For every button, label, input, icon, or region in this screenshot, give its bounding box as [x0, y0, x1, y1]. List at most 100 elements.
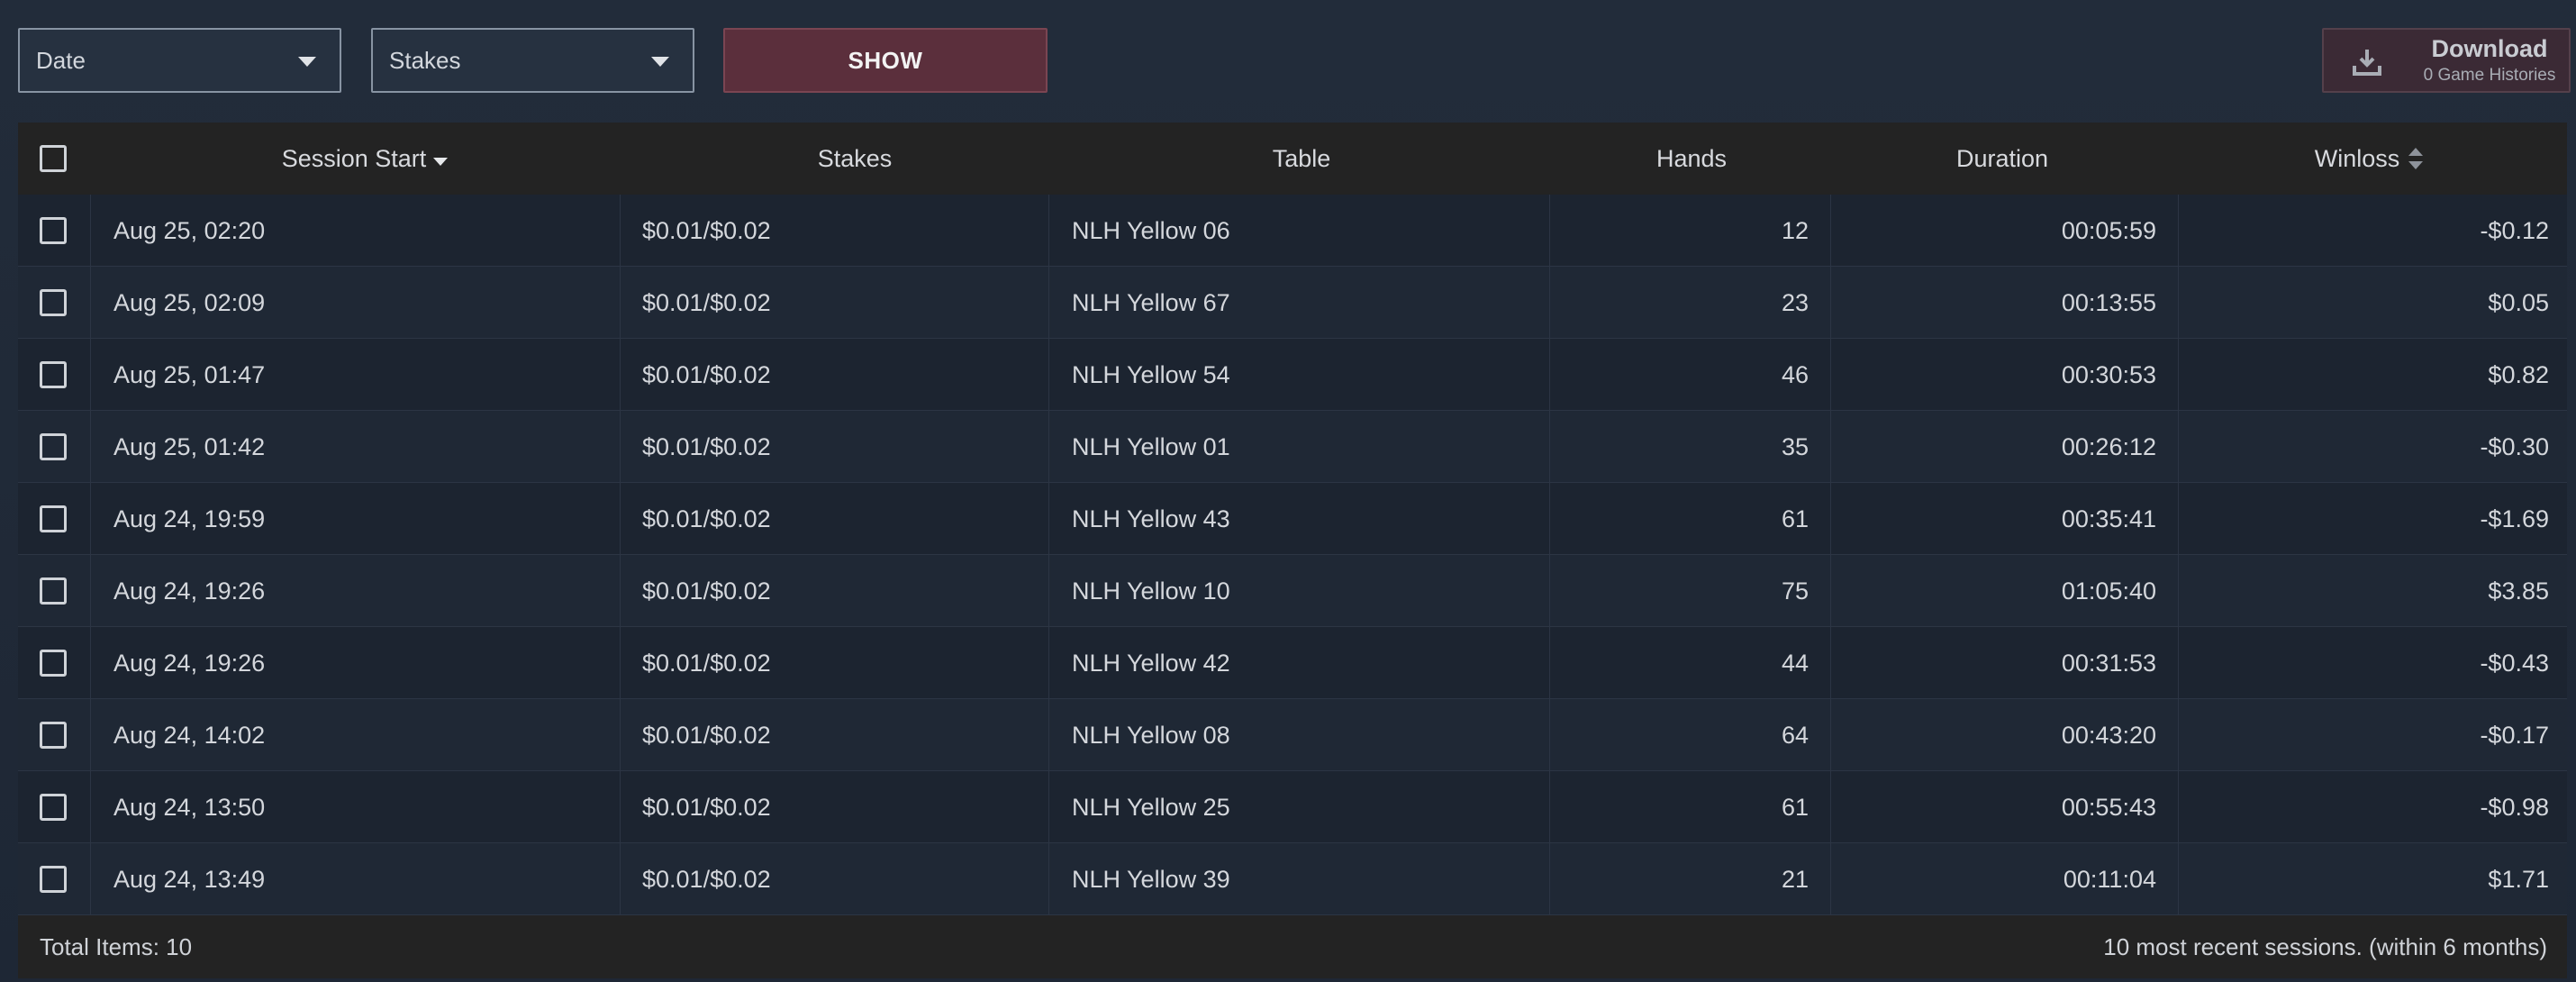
table-row[interactable]: Aug 24, 19:59 $0.01/$0.02 NLH Yellow 43 61 0… [18, 483, 2567, 555]
download-button[interactable]: Download 0 Game Histories [2322, 28, 2571, 93]
header-duration-label: Duration [1955, 144, 2049, 172]
table-row[interactable]: Aug 24, 19:26 $0.01/$0.02 NLH Yellow 42 44 0… [18, 627, 2567, 699]
sessions-table: Session Start Stakes Table Hands Duratio… [18, 123, 2567, 978]
table-row[interactable]: Aug 25, 02:20 $0.01/$0.02 NLH Yellow 06 12 0… [18, 195, 2567, 267]
column-divider [90, 771, 91, 843]
header-table: Table [1052, 123, 1551, 195]
column-divider [1048, 627, 1049, 699]
table-header: Session Start Stakes Table Hands Duratio… [18, 123, 2567, 195]
column-divider [1048, 771, 1049, 843]
column-divider [90, 843, 91, 915]
chevron-down-icon [651, 57, 669, 67]
cell-stakes: $0.01/$0.02 [642, 721, 771, 749]
header-stakes: Stakes [639, 123, 1070, 195]
row-checkbox[interactable] [40, 866, 67, 893]
column-divider [620, 267, 621, 339]
select-all-checkbox[interactable] [40, 145, 67, 172]
cell-winloss: -$0.98 [2480, 793, 2549, 821]
column-divider [2178, 267, 2179, 339]
cell-stakes: $0.01/$0.02 [642, 288, 771, 316]
column-divider [1549, 555, 1550, 627]
row-checkbox[interactable] [40, 650, 67, 677]
cell-session-start: Aug 24, 19:26 [113, 649, 266, 677]
cell-session-start: Aug 24, 19:59 [113, 505, 266, 532]
cell-table: NLH Yellow 54 [1072, 360, 1230, 388]
column-divider [1048, 195, 1049, 267]
toolbar: Date Stakes SHOW Download 0 Game Histori… [0, 0, 2576, 117]
column-divider [2178, 339, 2179, 411]
column-divider [1549, 267, 1550, 339]
column-divider [90, 483, 91, 555]
date-select-label: Date [36, 46, 86, 74]
row-checkbox[interactable] [40, 794, 67, 821]
cell-table: NLH Yellow 10 [1072, 577, 1230, 605]
cell-table: NLH Yellow 39 [1072, 865, 1230, 893]
row-checkbox[interactable] [40, 217, 67, 244]
cell-session-start: Aug 25, 01:47 [113, 360, 266, 388]
row-checkbox[interactable] [40, 577, 67, 605]
cell-hands: 61 [1781, 793, 1809, 821]
sort-icon [2408, 148, 2424, 169]
column-divider [1048, 483, 1049, 555]
table-row[interactable]: Aug 24, 14:02 $0.01/$0.02 NLH Yellow 08 64 0… [18, 699, 2567, 771]
column-divider [620, 555, 621, 627]
cell-winloss: -$0.30 [2480, 432, 2549, 460]
table-row[interactable]: Aug 24, 13:50 $0.01/$0.02 NLH Yellow 25 61 0… [18, 771, 2567, 843]
column-divider [1830, 483, 1831, 555]
header-winloss-label: Winloss [2314, 144, 2400, 172]
row-checkbox[interactable] [40, 361, 67, 388]
column-divider [1048, 555, 1049, 627]
date-select[interactable]: Date [18, 28, 341, 93]
stakes-select[interactable]: Stakes [371, 28, 694, 93]
table-row[interactable]: Aug 24, 13:49 $0.01/$0.02 NLH Yellow 39 21 0… [18, 843, 2567, 915]
cell-hands: 35 [1781, 432, 1809, 460]
cell-winloss: -$0.43 [2480, 649, 2549, 677]
row-checkbox[interactable] [40, 289, 67, 316]
table-row[interactable]: Aug 24, 19:26 $0.01/$0.02 NLH Yellow 10 75 0… [18, 555, 2567, 627]
header-hands-label: Hands [1655, 144, 1728, 172]
cell-session-start: Aug 24, 13:50 [113, 793, 266, 821]
cell-stakes: $0.01/$0.02 [642, 360, 771, 388]
column-divider [1830, 339, 1831, 411]
cell-stakes: $0.01/$0.02 [642, 865, 771, 893]
header-session-start[interactable]: Session Start [90, 123, 639, 195]
cell-table: NLH Yellow 25 [1072, 793, 1230, 821]
cell-table: NLH Yellow 67 [1072, 288, 1230, 316]
column-divider [1549, 627, 1550, 699]
table-row[interactable]: Aug 25, 02:09 $0.01/$0.02 NLH Yellow 67 23 0… [18, 267, 2567, 339]
cell-winloss: -$0.12 [2480, 216, 2549, 244]
show-button[interactable]: SHOW [723, 28, 1048, 93]
column-divider [620, 411, 621, 483]
header-hands: Hands [1549, 123, 1834, 195]
table-row[interactable]: Aug 25, 01:42 $0.01/$0.02 NLH Yellow 01 35 0… [18, 411, 2567, 483]
cell-session-start: Aug 24, 19:26 [113, 577, 266, 605]
column-divider [1549, 771, 1550, 843]
cell-hands: 44 [1781, 649, 1809, 677]
row-checkbox[interactable] [40, 505, 67, 532]
column-divider [620, 771, 621, 843]
table-footer: Total Items: 10 10 most recent sessions.… [18, 915, 2567, 978]
column-divider [2178, 771, 2179, 843]
column-divider [90, 195, 91, 267]
table-row[interactable]: Aug 25, 01:47 $0.01/$0.02 NLH Yellow 54 46 0… [18, 339, 2567, 411]
cell-duration: 00:11:04 [2063, 865, 2156, 893]
header-winloss[interactable]: Winloss [2180, 123, 2558, 195]
column-divider [1549, 195, 1550, 267]
row-checkbox[interactable] [40, 722, 67, 749]
column-divider [620, 195, 621, 267]
column-divider [1830, 267, 1831, 339]
cell-session-start: Aug 25, 02:20 [113, 216, 266, 244]
cell-duration: 00:30:53 [2061, 360, 2156, 388]
column-divider [620, 483, 621, 555]
column-divider [90, 411, 91, 483]
cell-hands: 21 [1781, 865, 1809, 893]
cell-hands: 23 [1781, 288, 1809, 316]
row-checkbox[interactable] [40, 433, 67, 460]
cell-stakes: $0.01/$0.02 [642, 793, 771, 821]
header-duration: Duration [1828, 123, 2176, 195]
column-divider [1830, 843, 1831, 915]
column-divider [620, 339, 621, 411]
column-divider [1048, 339, 1049, 411]
column-divider [1830, 195, 1831, 267]
cell-hands: 64 [1781, 721, 1809, 749]
